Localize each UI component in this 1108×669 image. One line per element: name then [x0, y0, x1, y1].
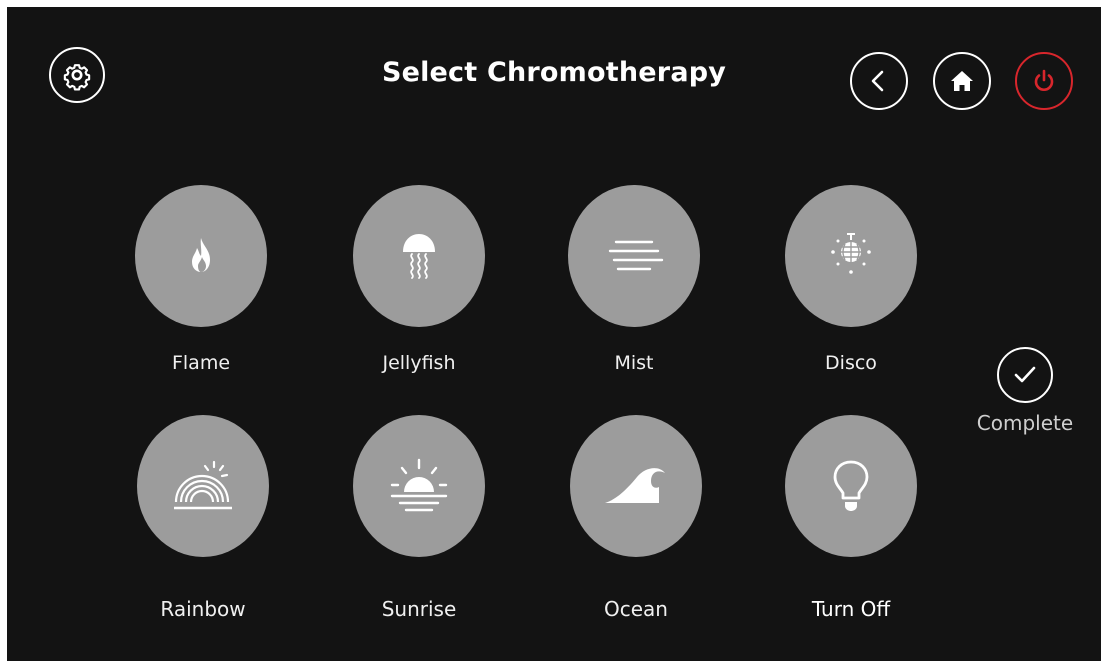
mode-ocean-disc	[570, 415, 702, 557]
mode-jellyfish-disc	[353, 185, 485, 327]
wave-icon	[605, 468, 665, 503]
mode-rainbow-disc	[137, 415, 269, 557]
rainbow-icon	[174, 460, 232, 510]
check-icon	[1014, 366, 1036, 383]
mode-label: Mist	[614, 352, 654, 374]
power-icon	[1034, 69, 1054, 91]
complete-button[interactable]: Complete	[973, 347, 1077, 435]
mode-turn-off-disc	[785, 415, 917, 557]
mode-jellyfish[interactable]: Jellyfish	[352, 185, 486, 375]
mode-flame[interactable]: Flame	[134, 185, 268, 375]
mode-mist-disc	[568, 185, 700, 327]
mode-mist[interactable]: Mist	[567, 185, 701, 375]
disco-ball-icon	[831, 233, 871, 274]
chromotherapy-screen: Select Chromotherapy Flame Jellyfish Mis…	[7, 7, 1101, 661]
mode-turn-off[interactable]: Turn Off	[784, 415, 918, 621]
flame-icon	[192, 238, 210, 272]
power-button[interactable]	[1015, 52, 1073, 110]
home-button[interactable]	[933, 52, 991, 110]
mode-sunrise-disc	[353, 415, 485, 557]
mode-label: Disco	[825, 352, 877, 374]
mist-icon	[608, 240, 664, 271]
light-bulb-icon	[833, 460, 869, 511]
mode-label: Ocean	[604, 597, 668, 621]
mode-disco[interactable]: Disco	[784, 185, 918, 375]
mode-ocean[interactable]: Ocean	[569, 415, 703, 621]
mode-label: Turn Off	[811, 597, 891, 621]
mode-label: Flame	[171, 352, 231, 374]
sunrise-icon	[390, 458, 448, 512]
mode-disco-disc	[785, 185, 917, 327]
mode-sunrise[interactable]: Sunrise	[352, 415, 486, 621]
back-button[interactable]	[850, 52, 908, 110]
mode-rainbow[interactable]: Rainbow	[136, 415, 270, 621]
complete-check	[997, 347, 1053, 403]
complete-label: Complete	[976, 411, 1074, 435]
home-icon	[951, 71, 973, 91]
mode-label: Jellyfish	[382, 352, 456, 374]
mode-label: Rainbow	[160, 597, 246, 621]
jellyfish-icon	[403, 234, 435, 279]
mode-flame-disc	[135, 185, 267, 327]
chevron-left-icon	[871, 70, 884, 92]
mode-label: Sunrise	[381, 597, 457, 621]
